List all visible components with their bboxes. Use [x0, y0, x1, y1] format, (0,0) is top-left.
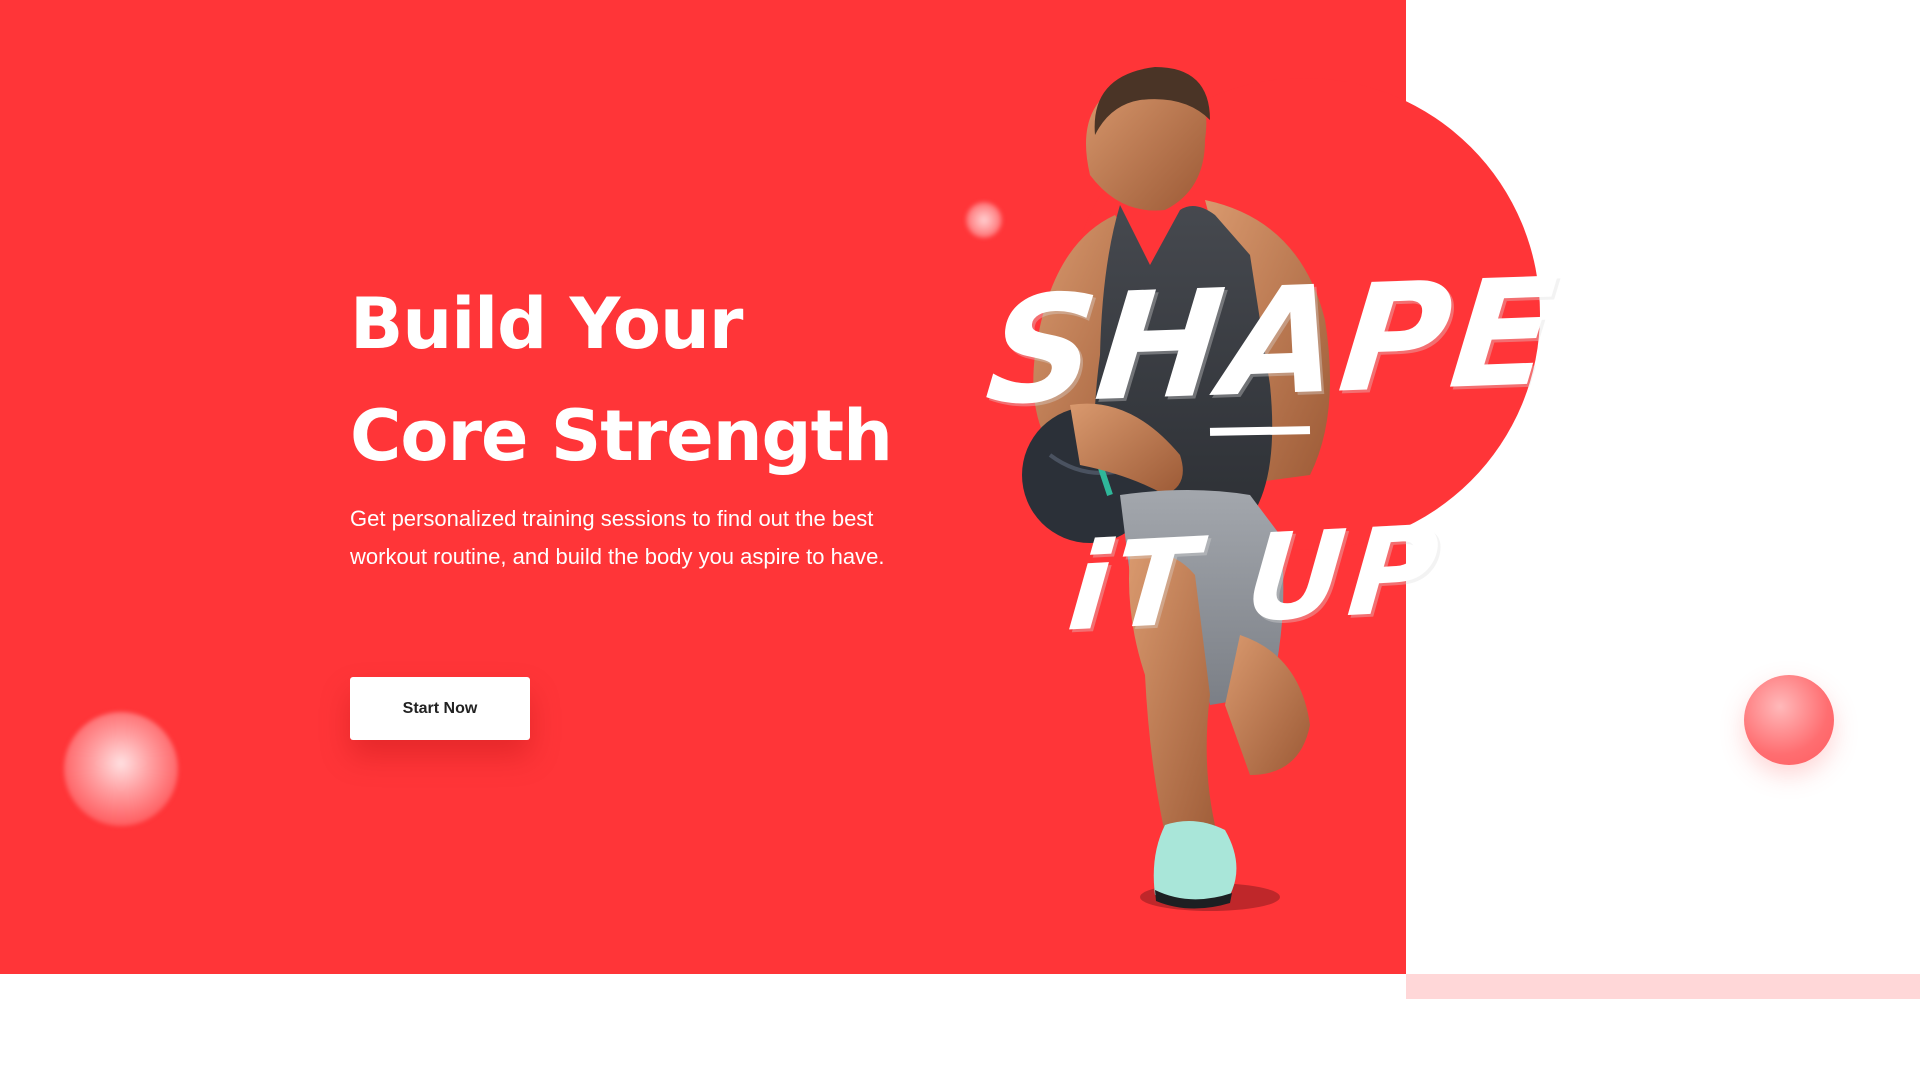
slogan-it-up: iT UP [1062, 500, 1448, 659]
slogan-shape: SHAPE [979, 246, 1565, 438]
decorative-strip [1406, 974, 1920, 999]
decorative-orb-left [64, 712, 178, 826]
start-now-button[interactable]: Start Now [350, 677, 530, 740]
hero-description: Get personalized training sessions to fi… [350, 506, 885, 569]
hero-title: Build Your Core Strength [350, 268, 970, 492]
hero-title-line1: Build Your [350, 283, 743, 365]
landing-page: Build Your Core Strength Get personalize… [0, 0, 1920, 1080]
decorative-orb-right [1744, 675, 1834, 765]
hero-title-line2: Core Strength [350, 395, 893, 477]
athlete-image [980, 55, 1480, 925]
